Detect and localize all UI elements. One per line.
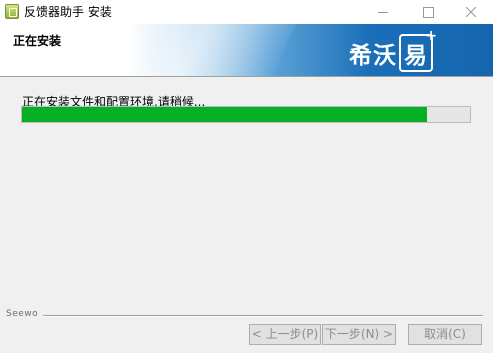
- close-button[interactable]: [449, 0, 493, 24]
- footer-divider: [43, 315, 483, 317]
- minimize-icon: [378, 12, 388, 13]
- next-button[interactable]: 下一步(N) >: [322, 324, 396, 345]
- footer-brand: Seewo: [6, 309, 39, 319]
- window-title: 反馈器助手 安装: [24, 5, 112, 19]
- brand-text: 希沃: [349, 43, 397, 69]
- maximize-button[interactable]: [406, 0, 450, 24]
- installer-header: 正在安装 希沃易 +: [0, 24, 493, 77]
- back-button[interactable]: < 上一步(P): [249, 324, 321, 345]
- progress-fill: [22, 107, 428, 122]
- brand-box: 易 +: [399, 28, 437, 72]
- brand-plus: +: [425, 28, 438, 44]
- brand-box-text: 易: [404, 43, 428, 69]
- cancel-button[interactable]: 取消(C): [408, 324, 482, 345]
- app-icon: [5, 4, 19, 19]
- title-bar[interactable]: 反馈器助手 安装: [0, 0, 493, 24]
- page-title: 正在安装: [13, 34, 62, 48]
- close-icon: [466, 7, 476, 17]
- install-progress-bar: [21, 106, 471, 123]
- maximize-icon: [423, 7, 434, 18]
- brand-logo: 希沃易 +: [349, 28, 437, 72]
- minimize-button[interactable]: [361, 0, 405, 24]
